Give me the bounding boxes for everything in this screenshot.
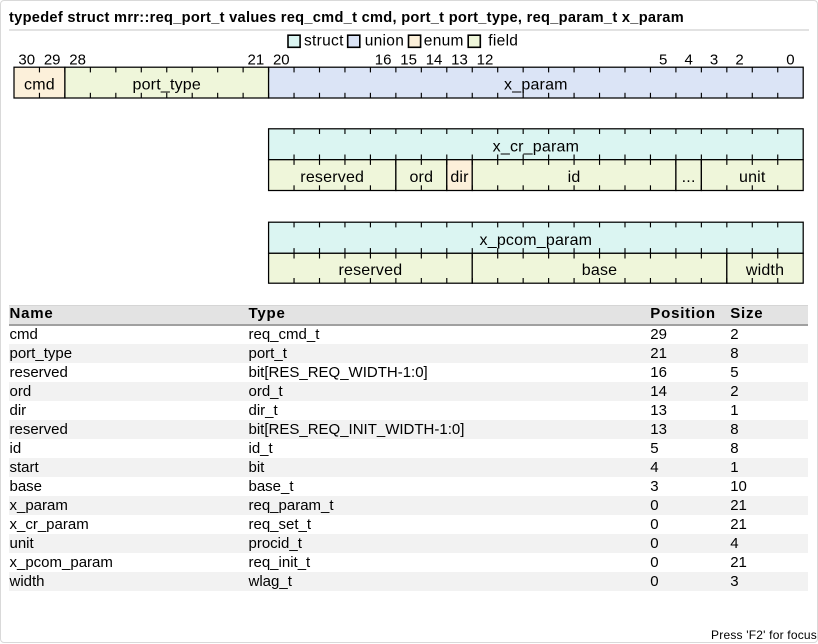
svg-text:enum: enum: [424, 33, 464, 50]
svg-text:13: 13: [451, 52, 468, 69]
svg-text:30: 30: [18, 52, 35, 69]
svg-text:29: 29: [44, 52, 61, 69]
svg-text:x_pcom_param: x_pcom_param: [480, 232, 593, 249]
svg-text:3: 3: [710, 52, 718, 69]
svg-text:2: 2: [735, 52, 743, 69]
svg-text:reserved: reserved: [300, 169, 364, 186]
svg-text:field: field: [488, 33, 518, 50]
svg-text:15: 15: [400, 52, 417, 69]
svg-text:...: ...: [682, 169, 696, 186]
svg-text:x_cr_param: x_cr_param: [493, 138, 579, 155]
svg-text:dir: dir: [450, 169, 469, 186]
svg-text:id: id: [568, 169, 581, 186]
svg-text:28: 28: [69, 52, 86, 69]
svg-text:ord: ord: [409, 169, 433, 186]
svg-text:cmd: cmd: [24, 77, 55, 94]
svg-text:5: 5: [659, 52, 667, 69]
svg-text:0: 0: [786, 52, 794, 69]
svg-text:16: 16: [375, 52, 392, 69]
svg-text:14: 14: [426, 52, 443, 69]
svg-text:port_type: port_type: [132, 77, 201, 94]
svg-text:struct: struct: [304, 33, 344, 50]
svg-text:x_param: x_param: [504, 77, 568, 94]
svg-text:union: union: [365, 33, 404, 50]
svg-text:width: width: [745, 262, 784, 279]
svg-text:typedef struct mrr::req_port_t: typedef struct mrr::req_port_t values re…: [9, 10, 684, 26]
svg-text:20: 20: [273, 52, 290, 69]
svg-text:21: 21: [248, 52, 265, 69]
svg-text:base: base: [582, 262, 618, 279]
svg-text:4: 4: [684, 52, 692, 69]
svg-text:reserved: reserved: [338, 262, 402, 279]
svg-text:unit: unit: [739, 169, 766, 186]
svg-text:12: 12: [477, 52, 494, 69]
